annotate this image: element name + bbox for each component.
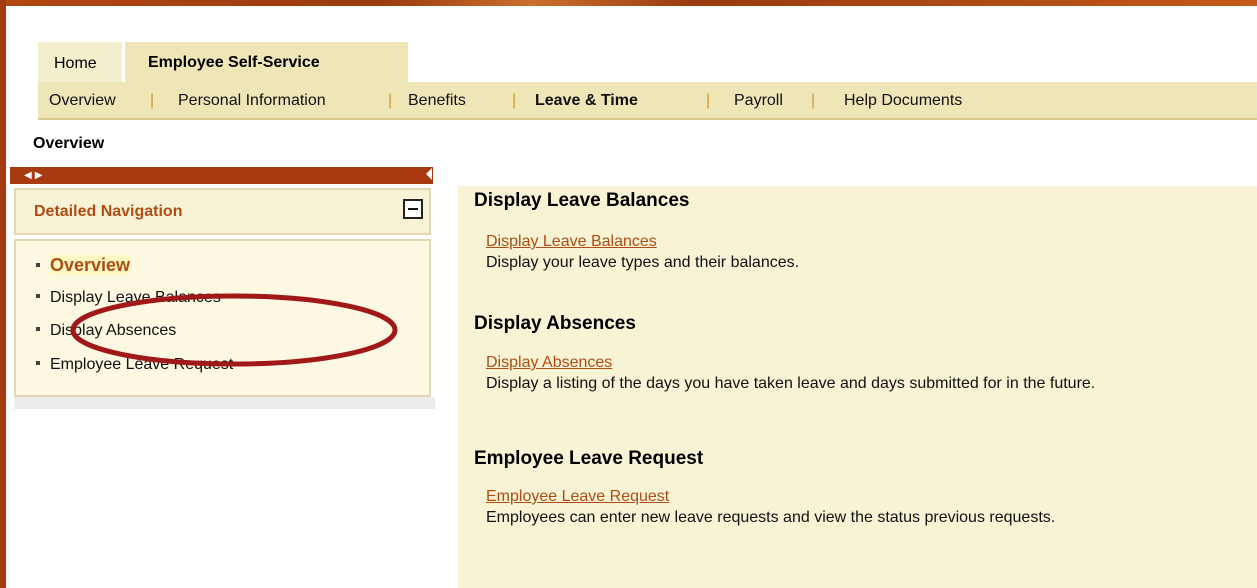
subnav-payroll[interactable]: Payroll (734, 82, 783, 120)
subnav-divider (38, 118, 1257, 120)
link-display-leave-balances[interactable]: Display Leave Balances (486, 233, 657, 251)
subnav-separator: | (150, 92, 155, 109)
subnav-separator: | (811, 92, 816, 109)
bullet-icon (36, 360, 40, 365)
subnav-separator: | (706, 92, 711, 109)
section-title-leave-balances: Display Leave Balances (474, 190, 690, 211)
subnav-leave-and-time[interactable]: Leave & Time (535, 82, 638, 120)
detailed-navigation-header: Detailed Navigation (14, 188, 431, 235)
collapse-panel-icon[interactable] (426, 168, 432, 180)
subnav-benefits[interactable]: Benefits (408, 82, 466, 120)
minus-box-icon[interactable] (403, 199, 423, 219)
link-employee-leave-request[interactable]: Employee Leave Request (486, 488, 669, 506)
nav-item-label: Display Leave Balances (50, 289, 221, 306)
window-frame-left (0, 0, 6, 588)
subnav-separator: | (512, 92, 517, 109)
tab-home[interactable]: Home (38, 42, 122, 82)
nav-item-label: Display Absences (50, 322, 177, 339)
page-title: Overview (33, 135, 105, 152)
subnav-separator: | (388, 92, 393, 109)
detailed-navigation-title: Detailed Navigation (34, 203, 183, 220)
nav-item-display-absences[interactable]: Display Absences (36, 322, 176, 340)
nav-item-overview[interactable]: Overview (36, 255, 131, 276)
bullet-icon (36, 262, 40, 267)
detailed-navigation-list: Overview Display Leave Balances Display … (14, 239, 431, 397)
section-desc-leave-balances: Display your leave types and their balan… (486, 254, 800, 271)
tab-employee-self-service[interactable]: Employee Self-Service (125, 42, 408, 84)
section-desc-absences: Display a listing of the days you have t… (486, 375, 1096, 392)
section-title-leave-request: Employee Leave Request (474, 448, 704, 469)
section-title-absences: Display Absences (474, 313, 636, 334)
nav-item-label: Employee Leave Request (50, 356, 234, 373)
left-right-arrows-icon[interactable]: ◀▶ (24, 166, 45, 185)
bullet-icon (36, 293, 40, 298)
panel-shadow (14, 397, 435, 409)
window-frame-top (6, 0, 1257, 6)
subnav-personal-information[interactable]: Personal Information (178, 82, 326, 120)
link-display-absences[interactable]: Display Absences (486, 354, 612, 372)
subnav-help-documents[interactable]: Help Documents (844, 82, 962, 120)
section-desc-leave-request: Employees can enter new leave requests a… (486, 509, 1056, 526)
navigation-toolbar (10, 167, 433, 184)
bullet-icon (36, 326, 40, 331)
nav-item-label: Overview (50, 255, 131, 275)
content-area: Display Leave Balances Display Leave Bal… (458, 186, 1257, 588)
subnav-overview[interactable]: Overview (49, 82, 116, 120)
sub-navigation: Overview | Personal Information | Benefi… (38, 82, 1257, 118)
nav-item-employee-leave-request[interactable]: Employee Leave Request (36, 356, 233, 374)
nav-item-display-leave-balances[interactable]: Display Leave Balances (36, 289, 221, 307)
